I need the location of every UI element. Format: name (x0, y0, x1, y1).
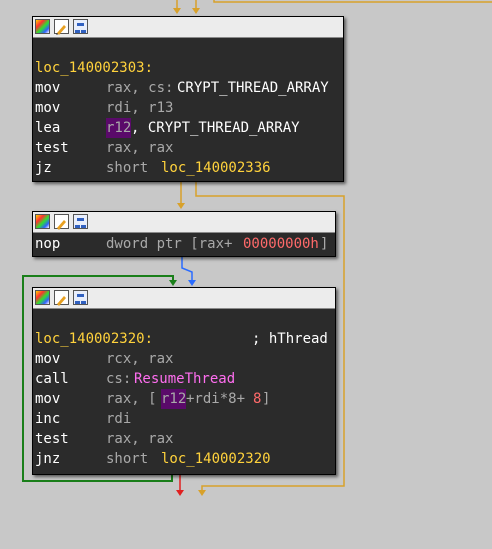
edit-icon[interactable] (54, 290, 69, 306)
instruction-row[interactable]: mov rdi, r13 (33, 98, 343, 118)
operand: ] (320, 236, 329, 252)
instruction-row[interactable]: lea r12 , CRYPT_THREAD_ARRAY (33, 118, 343, 138)
import-resumethread[interactable]: ResumeThread (134, 369, 235, 389)
edge-incoming-far (213, 0, 492, 3)
operand: short (106, 451, 157, 467)
comment-hthread: ; hThread (252, 331, 328, 347)
node-titlebar (33, 212, 335, 233)
operand: cs: (106, 371, 132, 387)
instruction-row[interactable]: test rax, rax (33, 138, 343, 158)
instruction-row[interactable]: call cs: ResumeThread (33, 369, 335, 389)
symbol-crypt-thread-array[interactable]: CRYPT_THREAD_ARRAY (177, 78, 329, 98)
operand: rax, [ (106, 391, 157, 407)
instruction-row[interactable]: mov rax, [ r12 +rdi*8+ 8 ] (33, 389, 335, 409)
mnemonic: call (35, 371, 69, 387)
graph-overview-icon[interactable] (73, 19, 88, 34)
operand: rdi, r13 (106, 100, 174, 116)
mnemonic: test (35, 140, 69, 156)
mnemonic: mov (35, 351, 61, 367)
immediate-value: 8 (253, 391, 262, 407)
mnemonic: nop (35, 236, 61, 252)
node-titlebar (33, 17, 343, 38)
operand: rdi (106, 411, 132, 427)
register-highlight[interactable]: r12 (106, 118, 132, 138)
register-highlight[interactable]: r12 (161, 389, 187, 409)
graph-icon[interactable] (35, 19, 50, 34)
label-row[interactable]: loc_140002320: ; hThread (33, 329, 335, 349)
edit-icon[interactable] (54, 214, 69, 230)
mnemonic: test (35, 431, 69, 447)
operand: short (106, 160, 157, 176)
graph-icon[interactable] (35, 290, 50, 305)
mnemonic: jnz (35, 451, 61, 467)
instruction-row[interactable]: inc rdi (33, 409, 335, 429)
jump-target-link[interactable]: loc_140002320 (161, 449, 271, 469)
instruction-row[interactable]: jnz short loc_140002320 (33, 449, 335, 469)
operand: rcx, rax (106, 351, 174, 367)
code-block-loc-140002303[interactable]: loc_140002303: mov rax, cs: CRYPT_THREAD… (32, 16, 344, 182)
immediate-value: 00000000h (243, 236, 319, 252)
operand: ] (262, 391, 271, 407)
code-block-nop[interactable]: nop dword ptr [rax+ 00000000h ] (32, 211, 336, 257)
instruction-row[interactable]: mov rcx, rax (33, 349, 335, 369)
label-row[interactable]: loc_140002303: (33, 58, 343, 78)
graph-overview-icon[interactable] (73, 214, 88, 229)
operand: +rdi*8+ (186, 391, 246, 407)
mnemonic: lea (35, 120, 61, 136)
edit-icon[interactable] (54, 19, 69, 35)
code-block-loc-140002320[interactable]: loc_140002320: ; hThread mov rcx, rax ca… (32, 287, 336, 475)
operand: rax, rax (106, 431, 174, 447)
mnemonic: mov (35, 80, 61, 96)
operand: rax, rax (106, 140, 174, 156)
edge-block2-to-block3 (181, 256, 193, 282)
instruction-row[interactable]: mov rax, cs: CRYPT_THREAD_ARRAY (33, 78, 343, 98)
graph-overview-icon[interactable] (73, 290, 88, 305)
operand: , CRYPT_THREAD_ARRAY (131, 120, 300, 136)
graph-icon[interactable] (35, 214, 50, 229)
mnemonic: inc (35, 411, 61, 427)
operand: rax, cs: (106, 80, 174, 96)
instruction-row[interactable]: nop dword ptr [rax+ 00000000h ] (33, 234, 335, 254)
mnemonic: mov (35, 100, 61, 116)
mnemonic: mov (35, 391, 61, 407)
instruction-row[interactable]: jz short loc_140002336 (33, 158, 343, 178)
mnemonic: jz (35, 160, 52, 176)
label-loc-140002320[interactable]: loc_140002320: (35, 329, 153, 349)
jump-target-link[interactable]: loc_140002336 (161, 158, 271, 178)
operand: dword ptr [rax+ (106, 236, 233, 252)
label-loc-140002303[interactable]: loc_140002303: (35, 58, 153, 78)
node-titlebar (33, 288, 335, 309)
instruction-row[interactable]: test rax, rax (33, 429, 335, 449)
